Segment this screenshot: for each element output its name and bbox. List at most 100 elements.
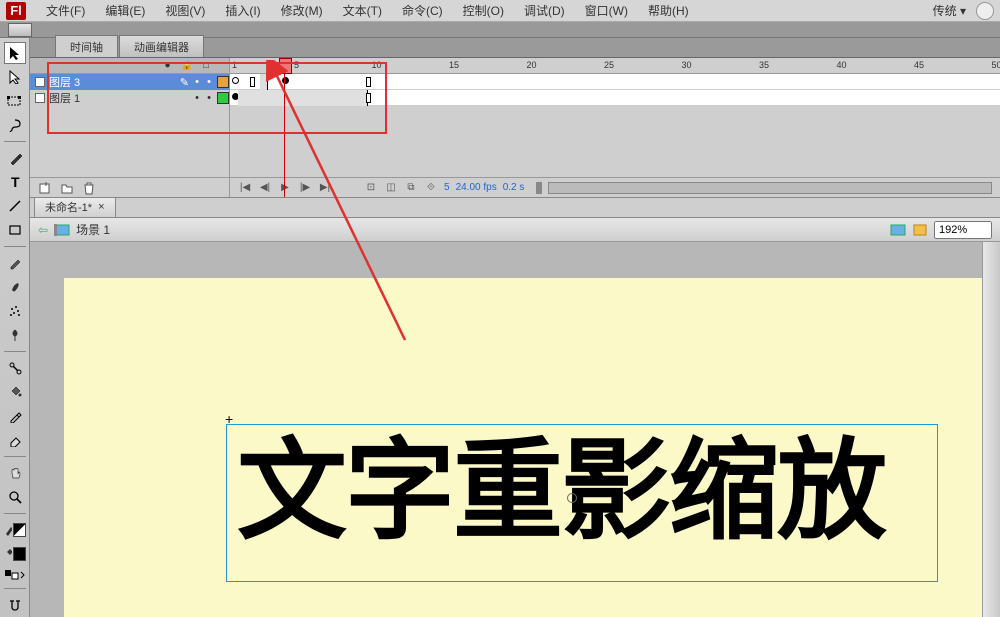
menu-insert[interactable]: 插入(I) bbox=[215, 0, 270, 21]
menu-edit[interactable]: 编辑(E) bbox=[95, 0, 155, 21]
last-frame-icon[interactable]: ▶| bbox=[318, 181, 332, 195]
hand-tool-icon[interactable] bbox=[4, 462, 26, 484]
layers-footer bbox=[30, 177, 229, 197]
play-icon[interactable]: ▶ bbox=[278, 181, 292, 195]
new-folder-icon[interactable] bbox=[60, 181, 74, 195]
text-selection-box[interactable]: 文字重影缩放 bbox=[226, 424, 938, 582]
onion-skin-icon[interactable]: ◫ bbox=[384, 181, 398, 195]
menu-debug[interactable]: 调试(D) bbox=[514, 0, 575, 21]
menu-modify[interactable]: 修改(M) bbox=[271, 0, 333, 21]
edit-scene-icon[interactable] bbox=[890, 223, 906, 237]
selection-tool-icon[interactable] bbox=[4, 42, 26, 64]
edit-multiple-icon[interactable]: ⟐ bbox=[424, 181, 438, 195]
visibility-toggle[interactable]: • bbox=[193, 92, 201, 104]
line-tool-icon[interactable] bbox=[4, 195, 26, 217]
edit-symbol-icon[interactable] bbox=[912, 223, 928, 237]
free-transform-tool-icon[interactable] bbox=[4, 90, 26, 112]
tool-palette: T bbox=[0, 38, 30, 617]
layer-icon bbox=[35, 77, 45, 87]
zoom-input[interactable] bbox=[934, 221, 992, 239]
close-tab-icon[interactable]: × bbox=[98, 201, 104, 213]
next-frame-icon[interactable]: |▶ bbox=[298, 181, 312, 195]
scene-name[interactable]: 场景 1 bbox=[76, 221, 110, 238]
brush-tool-icon[interactable] bbox=[4, 276, 26, 298]
prev-frame-icon[interactable]: ◀| bbox=[258, 181, 272, 195]
vertical-scrollbar[interactable] bbox=[982, 242, 1000, 617]
layer-name: 图层 3 bbox=[49, 74, 176, 90]
menu-commands[interactable]: 命令(C) bbox=[392, 0, 453, 21]
rectangle-tool-icon[interactable] bbox=[4, 219, 26, 241]
frame-span[interactable] bbox=[238, 90, 368, 106]
zoom-tool-icon[interactable] bbox=[4, 486, 26, 508]
timeline-panel: ● 🔒 □ 图层 3 ✎ • • 图层 1 bbox=[30, 58, 1000, 198]
workspace-canvas[interactable]: 文字重影缩放 bbox=[30, 242, 1000, 617]
outline-column-icon[interactable]: □ bbox=[203, 60, 209, 71]
menu-window[interactable]: 窗口(W) bbox=[575, 0, 638, 21]
layer-row-3[interactable]: 图层 3 ✎ • • bbox=[30, 74, 229, 90]
outline-color[interactable] bbox=[217, 76, 229, 88]
menu-file[interactable]: 文件(F) bbox=[36, 0, 95, 21]
scroll-left-icon[interactable] bbox=[536, 182, 542, 194]
panel-tabbar: 时间轴 动画编辑器 bbox=[30, 38, 1000, 58]
subselection-tool-icon[interactable] bbox=[4, 66, 26, 88]
layer-icon bbox=[35, 93, 45, 103]
tab-timeline[interactable]: 时间轴 bbox=[55, 35, 118, 57]
menu-control[interactable]: 控制(O) bbox=[453, 0, 514, 21]
eraser-tool-icon[interactable] bbox=[4, 429, 26, 451]
pencil-tool-icon[interactable] bbox=[4, 252, 26, 274]
spray-brush-tool-icon[interactable] bbox=[4, 300, 26, 322]
playhead[interactable] bbox=[284, 58, 285, 197]
stage[interactable]: 文字重影缩放 bbox=[64, 278, 990, 617]
anchor-point-icon[interactable] bbox=[567, 493, 577, 503]
pencil-icon: ✎ bbox=[180, 76, 189, 89]
document-tab[interactable]: 未命名-1* × bbox=[34, 196, 116, 217]
stage-text[interactable]: 文字重影缩放 bbox=[227, 425, 937, 547]
menu-help[interactable]: 帮助(H) bbox=[638, 0, 699, 21]
tab-motion-editor[interactable]: 动画编辑器 bbox=[119, 35, 204, 57]
fps-label: 24.00 fps bbox=[456, 182, 497, 193]
menu-text[interactable]: 文本(T) bbox=[333, 0, 392, 21]
lock-toggle[interactable]: • bbox=[205, 92, 213, 104]
layers-panel: ● 🔒 □ 图层 3 ✎ • • 图层 1 bbox=[30, 58, 230, 197]
visibility-column-icon[interactable]: ● bbox=[164, 60, 170, 71]
blank-keyframe[interactable] bbox=[250, 77, 255, 87]
layout-dropdown[interactable]: 传统 ▾ bbox=[927, 0, 972, 21]
eyedropper-tool-icon[interactable] bbox=[4, 405, 26, 427]
menu-bar: Fl 文件(F) 编辑(E) 视图(V) 插入(I) 修改(M) 文本(T) 命… bbox=[0, 0, 1000, 22]
elapsed-time: 0.2 s bbox=[503, 182, 525, 193]
pen-tool-icon[interactable] bbox=[4, 147, 26, 169]
layer-row-1[interactable]: 图层 1 • • bbox=[30, 90, 229, 106]
document-title: 未命名-1* bbox=[45, 199, 92, 215]
menu-view[interactable]: 视图(V) bbox=[155, 0, 215, 21]
visibility-toggle[interactable]: • bbox=[193, 76, 201, 88]
swap-colors-icon[interactable] bbox=[4, 567, 26, 583]
timeline-ruler[interactable]: 15101520253035404550556065707580859095 bbox=[230, 58, 1000, 74]
paint-bucket-tool-icon[interactable] bbox=[4, 381, 26, 403]
first-frame-icon[interactable]: |◀ bbox=[238, 181, 252, 195]
svg-text:T: T bbox=[11, 175, 20, 189]
toolbar-button[interactable] bbox=[8, 23, 32, 37]
track-layer-3[interactable] bbox=[230, 74, 1000, 90]
back-icon[interactable]: ⇦ bbox=[38, 223, 48, 237]
fill-color-swatch[interactable] bbox=[4, 543, 26, 565]
bone-tool-icon[interactable] bbox=[4, 357, 26, 379]
track-layer-1[interactable] bbox=[230, 90, 1000, 106]
new-layer-icon[interactable] bbox=[38, 181, 52, 195]
lock-column-icon[interactable]: 🔒 bbox=[181, 60, 193, 71]
text-tool-icon[interactable]: T bbox=[4, 171, 26, 193]
center-frame-icon[interactable]: ⊡ bbox=[364, 181, 378, 195]
end-frame[interactable] bbox=[366, 77, 371, 87]
snap-to-objects-icon[interactable] bbox=[4, 594, 26, 616]
deco-tool-icon[interactable] bbox=[4, 324, 26, 346]
frame-span[interactable] bbox=[260, 74, 268, 90]
timeline-scrollbar[interactable] bbox=[548, 182, 992, 194]
delete-layer-icon[interactable] bbox=[82, 181, 96, 195]
search-icon[interactable] bbox=[976, 2, 994, 20]
lasso-tool-icon[interactable] bbox=[4, 114, 26, 136]
lock-toggle[interactable]: • bbox=[205, 76, 213, 88]
onion-outline-icon[interactable]: ⧉ bbox=[404, 181, 418, 195]
outline-color[interactable] bbox=[217, 92, 229, 104]
keyframe[interactable] bbox=[232, 77, 239, 84]
stroke-color-swatch[interactable] bbox=[4, 519, 26, 541]
end-frame[interactable] bbox=[366, 93, 371, 103]
